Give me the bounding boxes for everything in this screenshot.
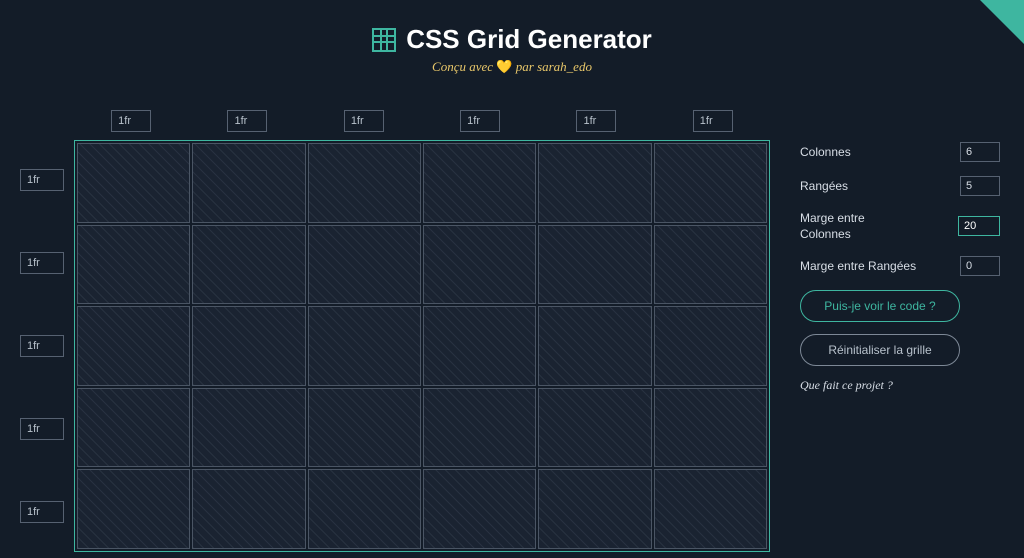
rows-input[interactable] — [960, 176, 1000, 196]
row-unit-input[interactable] — [20, 169, 64, 191]
row-unit-input[interactable] — [20, 501, 64, 523]
grid-cell[interactable] — [308, 143, 421, 223]
heart-icon: 💛 — [496, 59, 512, 74]
grid-cell[interactable] — [77, 388, 190, 468]
columns-label: Colonnes — [800, 145, 851, 159]
rows-label: Rangées — [800, 179, 848, 193]
reset-grid-button[interactable]: Réinitialiser la grille — [800, 334, 960, 366]
page-title: CSS Grid Generator — [406, 24, 652, 55]
grid-cell[interactable] — [77, 143, 190, 223]
grid-logo-icon — [372, 28, 396, 52]
column-gap-label: Marge entre Colonnes — [800, 210, 865, 242]
grid-cell[interactable] — [654, 225, 767, 305]
grid-cell[interactable] — [77, 306, 190, 386]
row-unit-input[interactable] — [20, 418, 64, 440]
row-gap-label: Marge entre Rangées — [800, 259, 916, 273]
col-unit-input[interactable] — [111, 110, 151, 132]
grid-cell[interactable] — [654, 306, 767, 386]
grid-cell[interactable] — [538, 469, 651, 549]
grid-cell[interactable] — [538, 143, 651, 223]
row-gap-input[interactable] — [960, 256, 1000, 276]
grid-cell[interactable] — [423, 143, 536, 223]
col-unit-input[interactable] — [344, 110, 384, 132]
grid-cell[interactable] — [192, 306, 305, 386]
grid-cell[interactable] — [308, 388, 421, 468]
grid-cell[interactable] — [192, 388, 305, 468]
grid-cell[interactable] — [654, 388, 767, 468]
grid-cell[interactable] — [654, 469, 767, 549]
subtitle: Conçu avec 💛 par sarah_edo — [0, 59, 1024, 75]
col-unit-input[interactable] — [576, 110, 616, 132]
subtitle-prefix: Conçu avec — [432, 59, 496, 74]
github-ribbon[interactable] — [980, 0, 1024, 44]
grid-cell[interactable] — [654, 143, 767, 223]
controls-panel: Colonnes Rangées Marge entre Colonnes Ma… — [800, 142, 1000, 393]
col-unit-input[interactable] — [460, 110, 500, 132]
grid-canvas[interactable] — [74, 140, 770, 552]
row-unit-labels — [20, 140, 64, 552]
row-unit-input[interactable] — [20, 252, 64, 274]
grid-cell[interactable] — [77, 225, 190, 305]
column-unit-labels — [74, 110, 770, 132]
grid-cell[interactable] — [192, 225, 305, 305]
column-gap-input[interactable] — [958, 216, 1000, 236]
grid-cell[interactable] — [308, 306, 421, 386]
show-code-button[interactable]: Puis-je voir le code ? — [800, 290, 960, 322]
grid-cell[interactable] — [423, 225, 536, 305]
grid-cell[interactable] — [538, 306, 651, 386]
grid-cell[interactable] — [423, 306, 536, 386]
col-unit-input[interactable] — [227, 110, 267, 132]
about-project-link[interactable]: Que fait ce projet ? — [800, 378, 1000, 393]
subtitle-by: par — [513, 59, 538, 74]
row-unit-input[interactable] — [20, 335, 64, 357]
grid-cell[interactable] — [77, 469, 190, 549]
grid-cell[interactable] — [308, 469, 421, 549]
grid-cell[interactable] — [423, 469, 536, 549]
col-unit-input[interactable] — [693, 110, 733, 132]
grid-cell[interactable] — [423, 388, 536, 468]
grid-cell[interactable] — [538, 388, 651, 468]
grid-cell[interactable] — [192, 469, 305, 549]
columns-input[interactable] — [960, 142, 1000, 162]
author-link[interactable]: sarah_edo — [537, 59, 592, 74]
grid-cell[interactable] — [308, 225, 421, 305]
grid-cell[interactable] — [538, 225, 651, 305]
grid-cell[interactable] — [192, 143, 305, 223]
header: CSS Grid Generator Conçu avec 💛 par sara… — [0, 0, 1024, 75]
